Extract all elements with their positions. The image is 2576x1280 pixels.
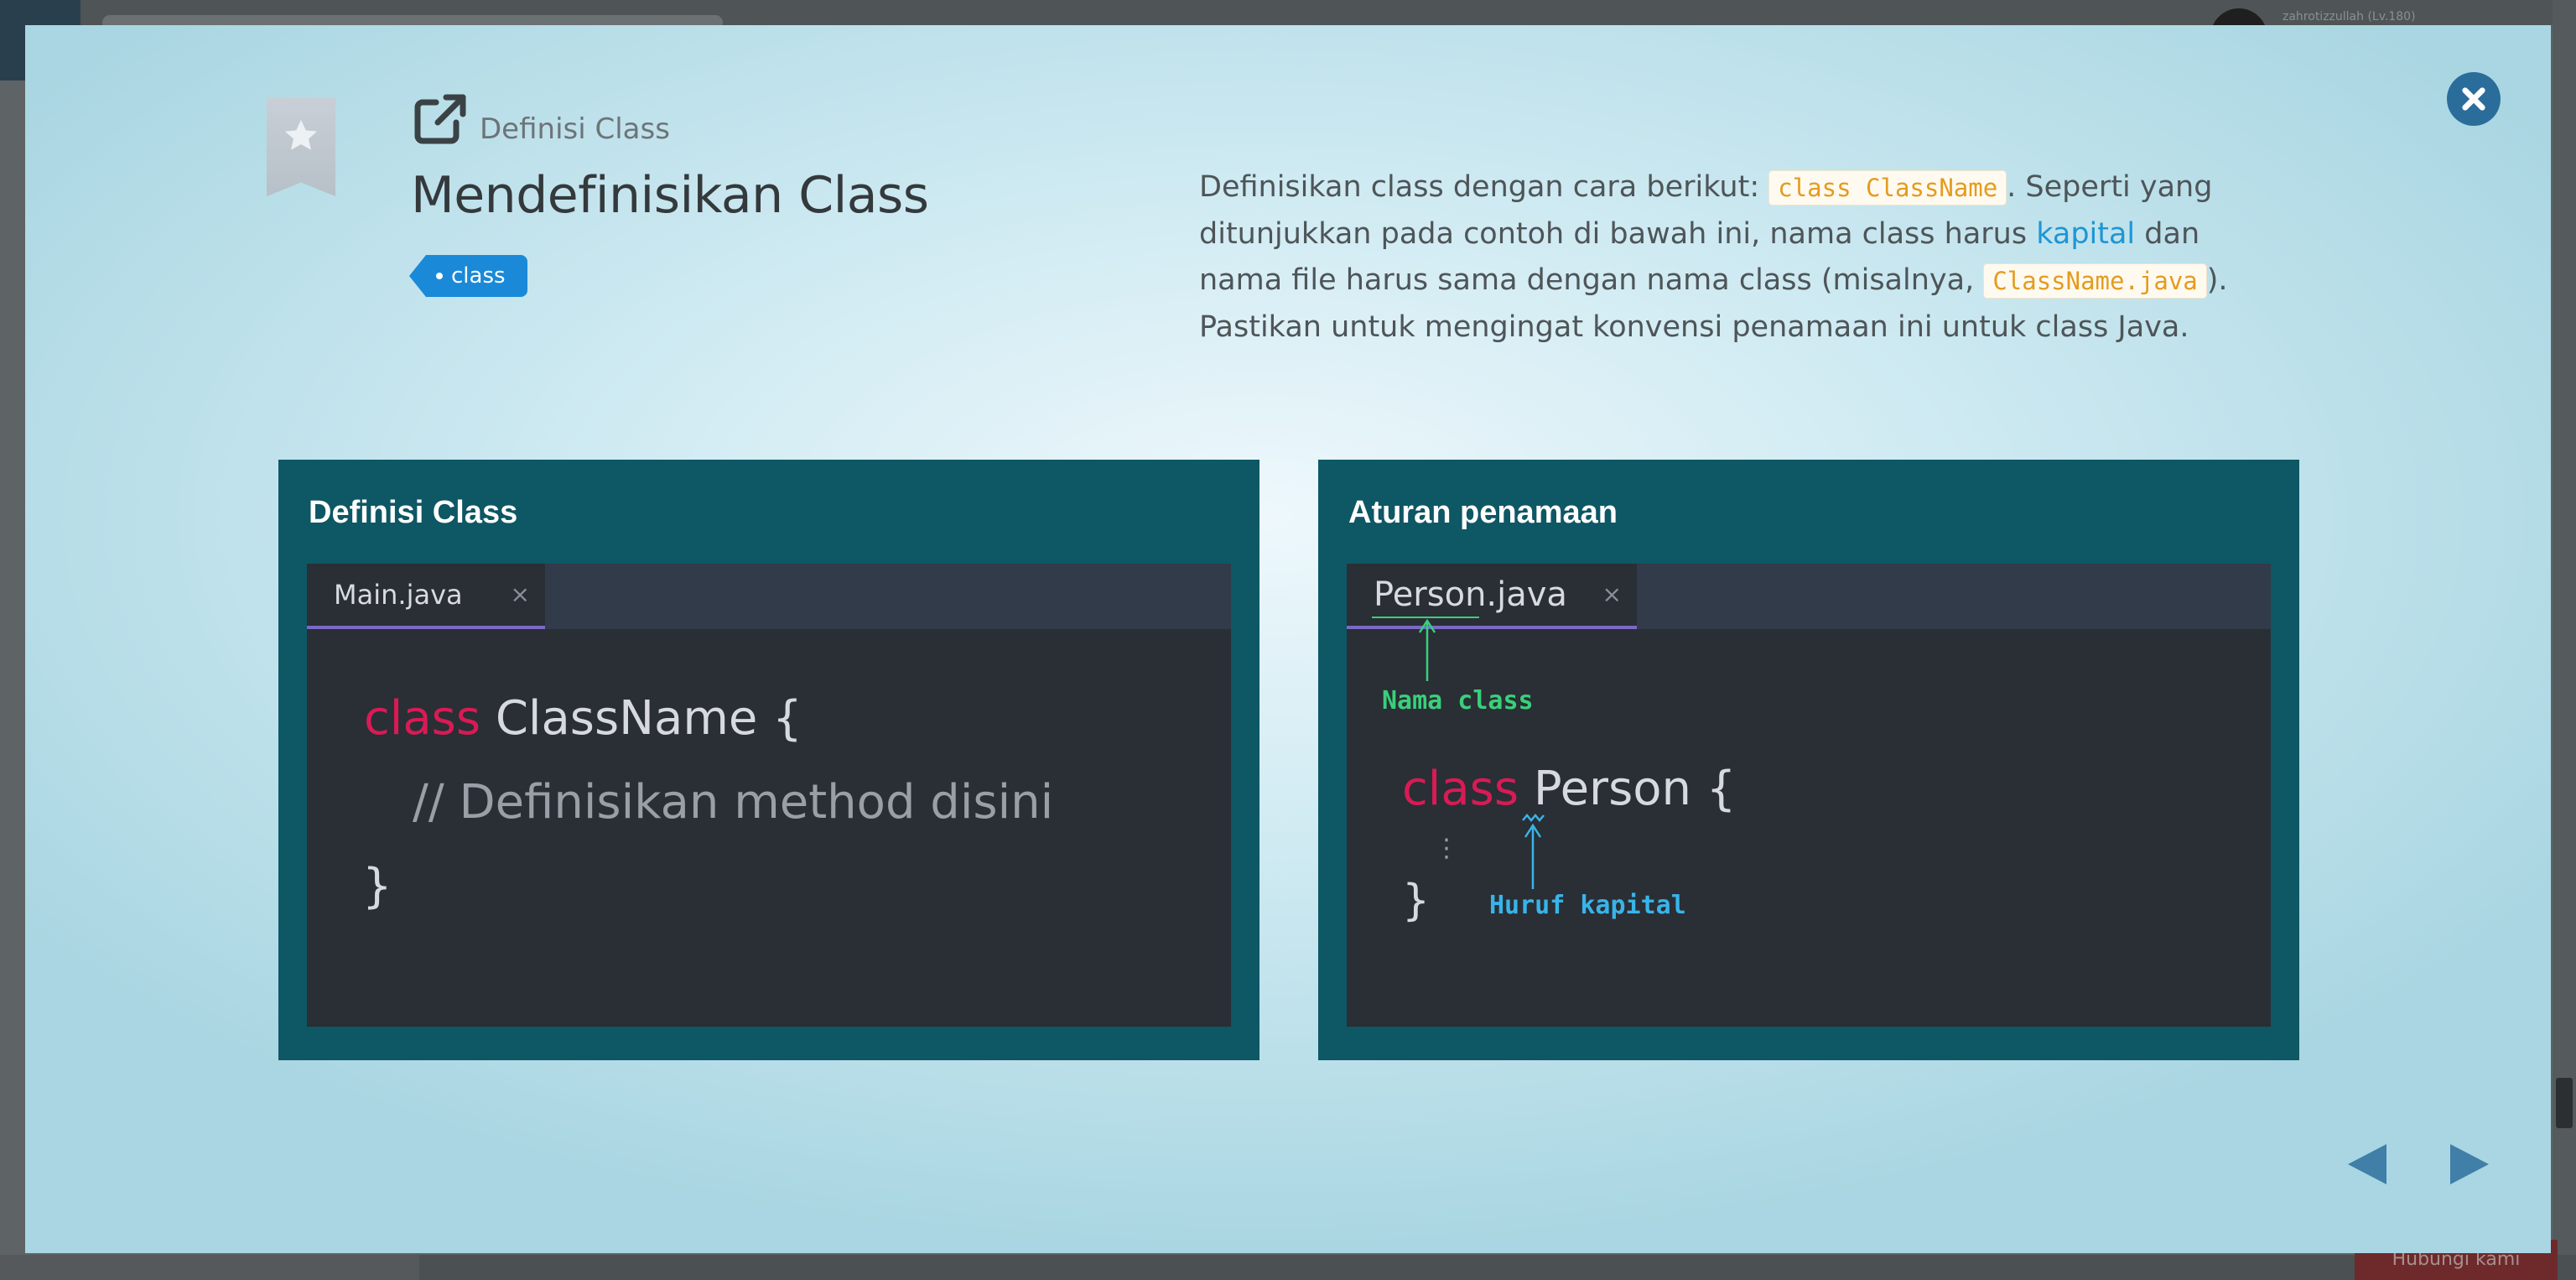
close-button[interactable] xyxy=(2447,72,2501,126)
slide-title: Aturan penamaan xyxy=(1348,495,1618,530)
arrow-right-icon[interactable] xyxy=(2449,1142,2490,1186)
code-keyword: class xyxy=(1402,762,1519,816)
page-scrollbar-thumb[interactable] xyxy=(2556,1078,2573,1128)
annotation-class-name: Nama class xyxy=(1382,686,1534,715)
topic-tag[interactable]: class xyxy=(409,255,527,297)
code-closing-brace: } xyxy=(362,859,392,913)
annotation-capital-letter: Huruf kapital xyxy=(1489,891,1686,920)
code-closing-brace: } xyxy=(1402,876,1431,926)
code-text: Person { xyxy=(1519,762,1737,816)
close-icon xyxy=(2462,87,2485,111)
slide-naming-rules: Aturan penamaan Person.java × Nama class… xyxy=(1318,460,2299,1060)
code-editor: Person.java × Nama class class Person { … xyxy=(1347,564,2271,1027)
code-keyword: class xyxy=(364,691,481,746)
background-username: zahrotizzullah (Lv.180) xyxy=(2283,10,2416,23)
lesson-category: Definisi Class xyxy=(480,112,670,146)
arrow-left-icon[interactable] xyxy=(2346,1142,2388,1186)
tag-dot xyxy=(436,273,443,279)
code-editor: Main.java × class ClassName { // Definis… xyxy=(307,564,1231,1027)
external-link-icon[interactable] xyxy=(413,92,470,146)
page-title: Mendefinisikan Class xyxy=(411,166,929,225)
inline-code: class ClassName xyxy=(1768,170,2007,206)
code-line: class ClassName { xyxy=(364,691,802,746)
code-text: ClassName { xyxy=(480,691,802,746)
code-ellipsis: ⋮ xyxy=(1434,834,1459,863)
inline-code: ClassName.java xyxy=(1983,263,2207,299)
background-horizontal-scrollbar[interactable] xyxy=(0,1255,419,1280)
slide-class-definition: Definisi Class Main.java × class ClassNa… xyxy=(278,460,1259,1060)
bookmark-button[interactable] xyxy=(267,97,335,196)
topic-tag-label: class xyxy=(451,263,506,289)
editor-tab: Main.java × xyxy=(307,564,545,629)
lesson-modal: Definisi Class Mendefinisikan Class clas… xyxy=(25,25,2551,1253)
description-text: Definisikan class dengan cara berikut: xyxy=(1199,170,1769,204)
lesson-description: Definisikan class dengan cara berikut: c… xyxy=(1199,164,2256,351)
slide-title: Definisi Class xyxy=(309,495,518,530)
editor-tab-label: Main.java xyxy=(334,579,463,611)
code-line: class Person { xyxy=(1402,762,1736,816)
editor-tabbar: Main.java × xyxy=(307,564,1231,629)
star-icon xyxy=(285,120,317,150)
code-comment: // Definisikan method disini xyxy=(413,775,1054,830)
tab-close-icon: × xyxy=(510,580,530,608)
capital-link[interactable]: kapital xyxy=(2036,217,2135,251)
